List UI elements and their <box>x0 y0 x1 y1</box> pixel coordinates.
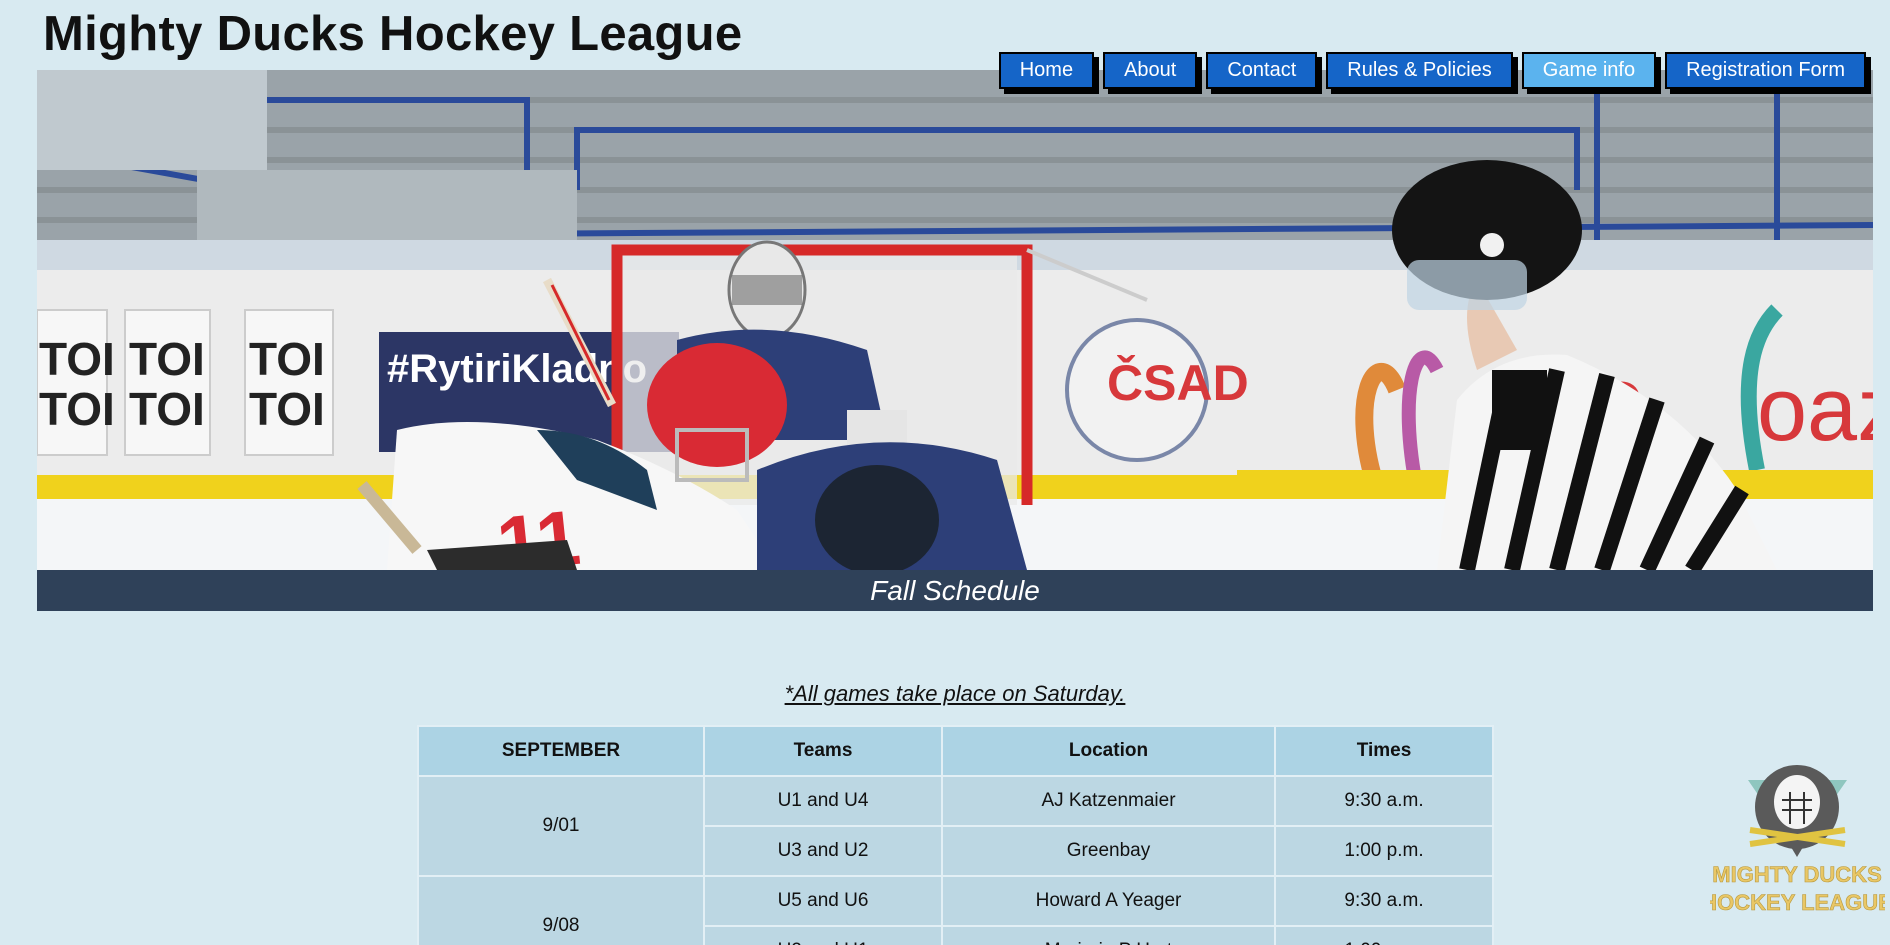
schedule-note: *All games take place on Saturday. <box>784 681 1126 706</box>
date-cell: 9/01 <box>417 775 705 877</box>
header-location: Location <box>941 725 1276 777</box>
svg-text:TOI: TOI <box>249 383 325 435</box>
nav-registration-form[interactable]: Registration Form <box>1665 52 1866 89</box>
svg-text:TOI: TOI <box>249 333 325 385</box>
nav-game-info[interactable]: Game info <box>1521 52 1657 89</box>
main-nav: Home About Contact Rules & Policies Game… <box>998 52 1866 89</box>
league-logo: MIGHTY DUCKS HOCKEY LEAGUE <box>1701 762 1890 922</box>
header-times: Times <box>1274 725 1494 777</box>
hero-image: TOI TOI TOI TOI TOI TOI #RytiriKladno ČSAD … <box>37 70 1873 570</box>
header-month: SEPTEMBER <box>417 725 705 777</box>
date-cell: 9/08 <box>417 875 705 945</box>
time-cell: 9:30 a.m. <box>1274 875 1494 927</box>
location-cell: AJ Katzenmaier <box>941 775 1276 827</box>
svg-text:TOI: TOI <box>39 383 115 435</box>
teams-cell: U3 and U2 <box>703 825 943 877</box>
logo-line1: MIGHTY DUCKS <box>1712 862 1882 887</box>
svg-text:TOI: TOI <box>129 333 205 385</box>
teams-cell: U1 and U4 <box>703 775 943 827</box>
page-banner: Fall Schedule <box>37 570 1873 611</box>
nav-rules-policies[interactable]: Rules & Policies <box>1326 52 1513 89</box>
svg-text:ČSAD: ČSAD <box>1107 354 1249 411</box>
time-cell: 9:30 a.m. <box>1274 775 1494 827</box>
header-teams: Teams <box>703 725 943 777</box>
svg-text:TOI: TOI <box>129 383 205 435</box>
time-cell: 1:00 p.m. <box>1274 825 1494 877</box>
nav-home[interactable]: Home <box>998 52 1095 89</box>
board-text: #RytiriKladno <box>387 347 647 391</box>
teams-cell: U2 and U1 <box>703 925 943 945</box>
table-row: 9/01 U1 and U4 AJ Katzenmaier 9:30 a.m. <box>417 775 1494 877</box>
time-cell: 1:00 p.m. <box>1274 925 1494 945</box>
hockey-photo: TOITOI TOITOI TOITOI #RytiriKladno ČSAD … <box>37 70 1873 570</box>
svg-text:oaz: oaz <box>1757 360 1873 460</box>
table-header-row: SEPTEMBER Teams Location Times <box>417 725 1494 777</box>
location-cell: Greenbay <box>941 825 1276 877</box>
schedule-table: SEPTEMBER Teams Location Times 9/01 U1 a… <box>417 725 1494 945</box>
nav-about[interactable]: About <box>1103 52 1198 89</box>
svg-text:TOI: TOI <box>39 333 115 385</box>
location-cell: Marjorie P Hart <box>941 925 1276 945</box>
logo-line2: HOCKEY LEAGUE <box>1710 890 1885 915</box>
site-title: Mighty Ducks Hockey League <box>43 7 743 61</box>
table-row: 9/08 U5 and U6 Howard A Yeager 9:30 a.m. <box>417 875 1494 945</box>
location-cell: Howard A Yeager <box>941 875 1276 927</box>
duck-mask-icon: MIGHTY DUCKS HOCKEY LEAGUE <box>1701 765 1890 915</box>
teams-cell: U5 and U6 <box>703 875 943 927</box>
nav-contact[interactable]: Contact <box>1206 52 1318 89</box>
